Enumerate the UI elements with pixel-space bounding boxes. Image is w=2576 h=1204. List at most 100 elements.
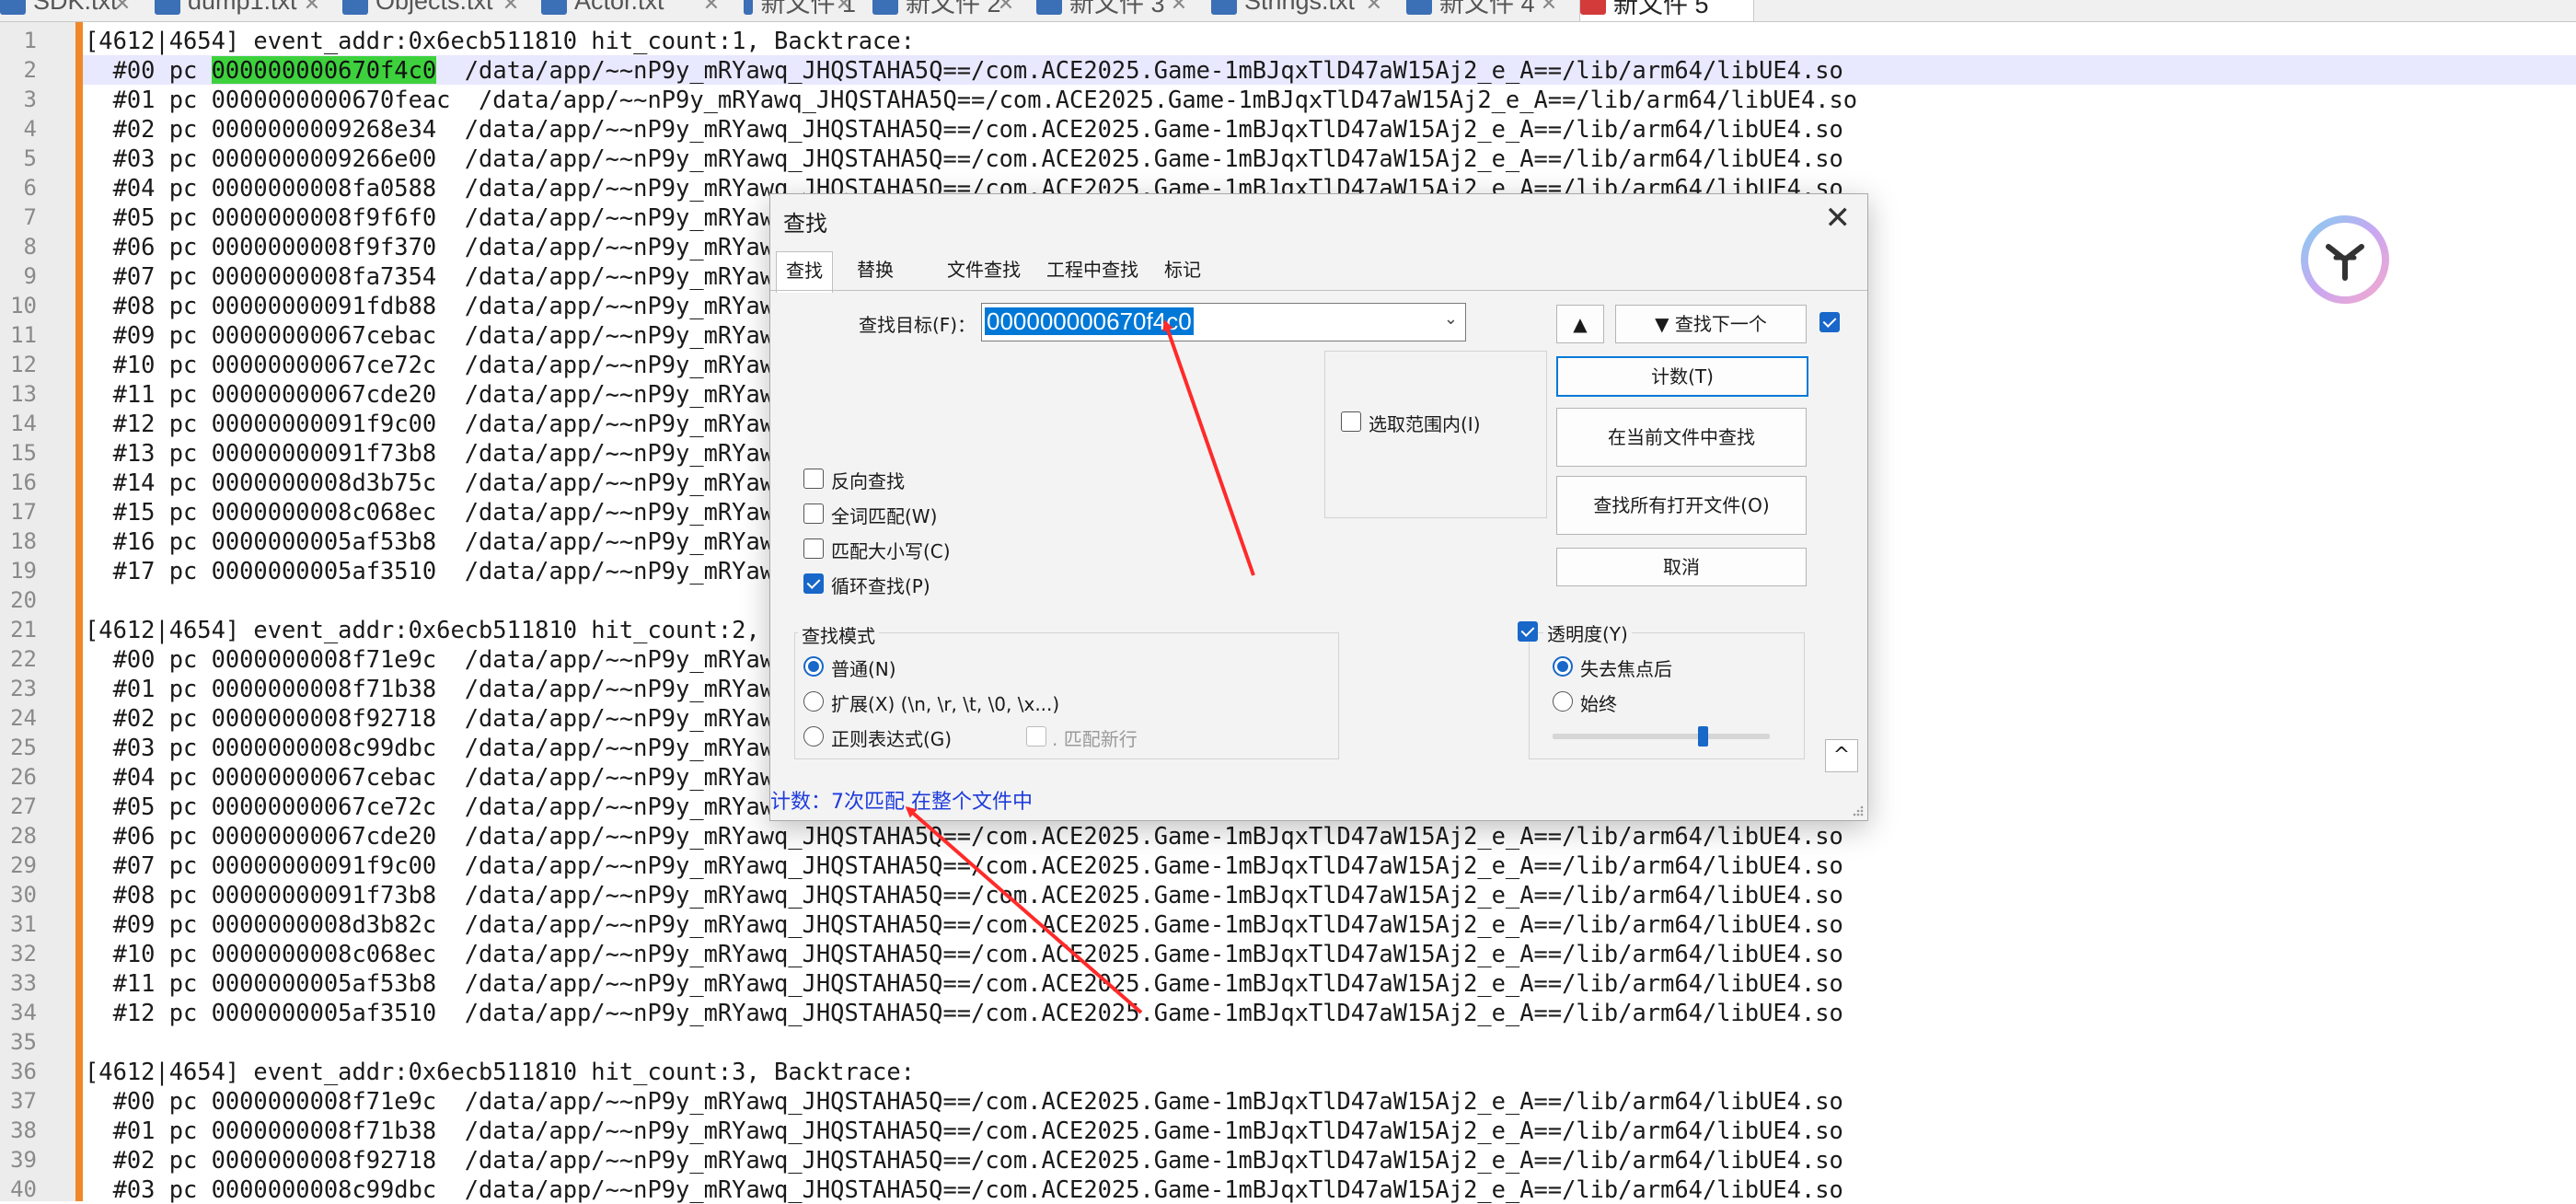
- line-number: 3: [23, 87, 37, 112]
- tab-close-icon[interactable]: ✕: [302, 0, 322, 14]
- document-tab[interactable]: 新文件 4 ✕: [1406, 0, 1561, 21]
- tab-mark[interactable]: 标记: [1155, 251, 1210, 290]
- document-tab[interactable]: dump1.txt ✕: [155, 0, 324, 21]
- editor-line[interactable]: 33 #11 pc 0000000005af53b8 /data/app/~~n…: [0, 968, 2576, 998]
- document-tab[interactable]: Objects.txt ✕: [342, 0, 523, 21]
- editor-line[interactable]: 35: [0, 1027, 2576, 1057]
- tab-close-icon[interactable]: ✕: [501, 0, 521, 14]
- line-number: 36: [10, 1059, 37, 1084]
- line-text-suffix: /data/app/~~nP9y_mRYawq_JHQSTAHA5Q==/com…: [436, 56, 1843, 84]
- document-tab[interactable]: 新文件 5: [1579, 0, 1754, 21]
- document-tab[interactable]: Actor.txt ✕: [541, 0, 723, 21]
- find-all-in-current-document-button[interactable]: 在当前文件中查找: [1556, 408, 1807, 467]
- line-number: 9: [23, 263, 37, 289]
- editor-line[interactable]: 40 #03 pc 0000000008c99dbc /data/app/~~n…: [0, 1175, 2576, 1204]
- chevron-down-icon[interactable]: ⌄: [1444, 309, 1458, 329]
- file-icon: [1406, 0, 1432, 15]
- find-what-combobox[interactable]: 000000000670f4c0 ⌄: [981, 303, 1466, 342]
- find-next-button[interactable]: ▼ 查找下一个: [1615, 305, 1807, 343]
- line-number: 30: [10, 882, 37, 908]
- line-number: 8: [23, 234, 37, 260]
- document-tab[interactable]: Strings.txt ✕: [1211, 0, 1386, 21]
- search-mode-extended-radio[interactable]: [803, 691, 824, 712]
- line-number: 37: [10, 1088, 37, 1114]
- find-what-input[interactable]: 000000000670f4c0: [985, 307, 1194, 335]
- transparency-checkbox[interactable]: [1518, 621, 1538, 642]
- tab-find-in-files[interactable]: 文件查找: [938, 251, 1030, 290]
- editor-line[interactable]: 30 #08 pc 00000000091f73b8 /data/app/~~n…: [0, 880, 2576, 909]
- backward-direction-checkbox[interactable]: [803, 469, 824, 489]
- collapse-button[interactable]: ^: [1825, 739, 1858, 772]
- line-text: #09 pc 0000000008d3b82c /data/app/~~nP9y…: [85, 910, 1843, 938]
- line-number: 14: [10, 411, 37, 436]
- count-button[interactable]: 计数(T): [1556, 356, 1808, 397]
- editor-line[interactable]: 31 #09 pc 0000000008d3b82c /data/app/~~n…: [0, 909, 2576, 939]
- find-previous-button[interactable]: ▲: [1556, 305, 1604, 343]
- tab-replace[interactable]: 替换: [848, 251, 903, 290]
- dialog-title: 查找: [783, 211, 827, 237]
- line-number: 11: [10, 322, 37, 348]
- floating-assistant-icon[interactable]: [2301, 215, 2389, 304]
- tab-close-icon[interactable]: ✕: [1364, 0, 1384, 14]
- line-number: 18: [10, 528, 37, 554]
- tab-divider: [770, 290, 1867, 291]
- line-number: 2: [23, 57, 37, 83]
- editor-line[interactable]: 34 #12 pc 0000000005af3510 /data/app/~~n…: [0, 998, 2576, 1027]
- resize-grip-icon[interactable]: [1851, 804, 1864, 816]
- transparency-on-losing-focus-radio[interactable]: [1553, 656, 1573, 677]
- line-text: #02 pc 0000000008f92718 /data/app/~~nP9y…: [85, 1146, 1843, 1174]
- file-icon: [342, 0, 368, 15]
- transparency-always-radio[interactable]: [1553, 691, 1573, 712]
- transparency-slider-thumb[interactable]: [1698, 726, 1708, 747]
- tab-find-in-projects[interactable]: 工程中查找: [1037, 251, 1148, 290]
- line-number: 10: [10, 293, 37, 318]
- editor-line[interactable]: 1 [4612|4654] event_addr:0x6ecb511810 hit…: [0, 26, 2576, 55]
- document-tab[interactable]: 新文件 3 ✕: [1036, 0, 1191, 21]
- match-whole-word-label: 全词匹配(W): [831, 505, 938, 527]
- line-number: 23: [10, 676, 37, 701]
- editor-line[interactable]: 36 [4612|4654] event_addr:0x6ecb511810 hi…: [0, 1057, 2576, 1086]
- match-case-checkbox[interactable]: [803, 538, 824, 559]
- editor-line[interactable]: 37 #00 pc 0000000008f71e9c /data/app/~~n…: [0, 1086, 2576, 1116]
- search-mode-normal-radio[interactable]: [803, 656, 824, 677]
- cancel-button[interactable]: 取消: [1556, 548, 1807, 586]
- document-tab[interactable]: 新文件 1 ✕: [744, 0, 856, 21]
- line-number: 25: [10, 735, 37, 760]
- search-mode-regex-radio[interactable]: [803, 726, 824, 747]
- tab-label: 新文件 5: [1613, 0, 1709, 18]
- line-number: 24: [10, 705, 37, 731]
- editor-line[interactable]: 2 #00 pc 000000000670f4c0 /data/app/~~nP…: [0, 55, 2576, 85]
- line-number: 22: [10, 646, 37, 672]
- in-selection-checkbox[interactable]: [1341, 411, 1361, 432]
- editor-line[interactable]: 3 #01 pc 0000000000670feac /data/app/~~n…: [0, 85, 2576, 114]
- tab-find[interactable]: 查找: [776, 251, 833, 293]
- line-number: 27: [10, 793, 37, 819]
- wrap-around-checkbox[interactable]: [803, 573, 824, 594]
- editor-line[interactable]: 32 #10 pc 0000000008c068ec /data/app/~~n…: [0, 939, 2576, 968]
- find-all-in-open-documents-button[interactable]: 查找所有打开文件(O): [1556, 476, 1807, 535]
- tab-close-icon[interactable]: ✕: [1539, 0, 1559, 14]
- match-newline-checkbox[interactable]: [1026, 726, 1046, 747]
- tab-label: 新文件 4: [1439, 0, 1535, 17]
- line-number: 34: [10, 1000, 37, 1025]
- transparency-slider[interactable]: [1553, 726, 1770, 747]
- editor-line[interactable]: 28 #06 pc 00000000067cde20 /data/app/~~n…: [0, 821, 2576, 851]
- editor-line[interactable]: 5 #03 pc 0000000009266e00 /data/app/~~nP…: [0, 144, 2576, 173]
- editor-line[interactable]: 38 #01 pc 0000000008f71b38 /data/app/~~n…: [0, 1116, 2576, 1145]
- line-number: 4: [23, 116, 37, 142]
- tab-close-icon[interactable]: ✕: [996, 0, 1016, 14]
- editor-line[interactable]: 29 #07 pc 00000000091f9c00 /data/app/~~n…: [0, 851, 2576, 880]
- editor-line[interactable]: 39 #02 pc 0000000008f92718 /data/app/~~n…: [0, 1145, 2576, 1175]
- tab-close-icon[interactable]: ✕: [701, 0, 722, 14]
- document-tab[interactable]: SDK.txt ✕: [0, 0, 134, 21]
- editor-line[interactable]: 4 #02 pc 0000000009268e34 /data/app/~~nP…: [0, 114, 2576, 144]
- tab-close-icon[interactable]: ✕: [112, 0, 133, 14]
- tab-label: SDK.txt: [33, 0, 118, 15]
- match-whole-word-checkbox[interactable]: [803, 504, 824, 524]
- tab-close-icon[interactable]: ✕: [834, 0, 854, 14]
- document-tab[interactable]: 新文件 2 ✕: [872, 0, 1018, 21]
- close-icon[interactable]: ✕: [1825, 200, 1852, 237]
- tab-close-icon[interactable]: ✕: [1169, 0, 1189, 14]
- two-buttons-mode-checkbox[interactable]: [1819, 312, 1840, 332]
- line-number: 16: [10, 469, 37, 495]
